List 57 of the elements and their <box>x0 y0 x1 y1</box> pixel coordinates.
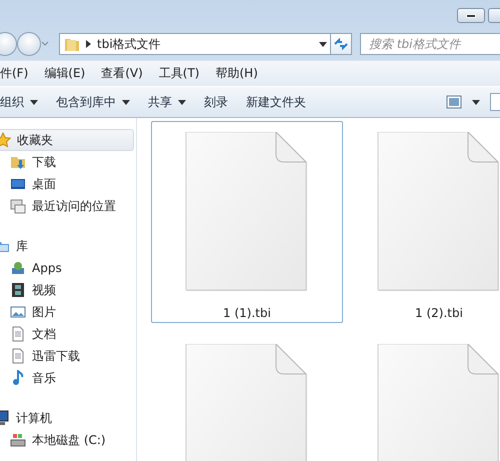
window-icon <box>10 198 26 214</box>
search-field[interactable]: 搜索 tbi格式文件 <box>360 33 500 55</box>
toolbar-button[interactable]: 组织 <box>0 90 47 114</box>
picture-icon <box>10 304 26 320</box>
toolbar-button[interactable]: 新建文件夹 <box>237 90 315 114</box>
refresh-icon <box>334 38 348 50</box>
forward-button[interactable] <box>17 32 41 56</box>
drive-icon <box>10 432 26 448</box>
menu-item[interactable]: 件(F) <box>0 65 36 82</box>
dropdown-arrow-icon <box>178 100 186 104</box>
chevron-icon[interactable] <box>86 40 91 48</box>
view-icon[interactable] <box>446 95 462 109</box>
monitor-icon <box>10 176 26 192</box>
toolbar-button[interactable]: 共享 <box>139 90 195 114</box>
sidebar-section[interactable]: 库 <box>0 235 134 257</box>
file-name: 1 (1).tbi <box>223 306 271 320</box>
file-name: 1 (2).tbi <box>415 306 463 320</box>
file-icon <box>184 344 310 461</box>
file-tile[interactable]: 1 (1).tbi <box>151 121 343 323</box>
sidebar-item[interactable]: 下载 <box>0 151 136 173</box>
file-icon <box>376 132 500 294</box>
sidebar-section[interactable]: 计算机 <box>0 407 134 429</box>
sidebar-item[interactable]: 音乐 <box>0 367 136 389</box>
dropdown-arrow-icon <box>122 100 130 104</box>
file-tile[interactable]: 1 (2).tbi <box>343 121 500 323</box>
toolbar-button[interactable]: 包含到库中 <box>47 90 139 114</box>
back-button[interactable] <box>0 32 17 56</box>
sidebar-item[interactable]: 视频 <box>0 279 136 301</box>
menu-item[interactable]: 工具(T) <box>150 65 208 82</box>
menu-item[interactable]: 编辑(E) <box>36 65 94 82</box>
sidebar-item[interactable]: 图片 <box>0 301 136 323</box>
file-icon <box>184 132 310 294</box>
document-icon <box>10 348 26 364</box>
sidebar-section[interactable]: 收藏夹 <box>0 129 134 151</box>
sidebar-item[interactable]: 文档 <box>0 323 136 345</box>
dropdown-arrow-icon[interactable] <box>472 100 480 104</box>
document-icon <box>10 326 26 342</box>
folder-icon <box>10 154 26 170</box>
sidebar-item[interactable]: Apps <box>0 257 136 279</box>
menu-item[interactable]: 帮助(H) <box>208 65 266 82</box>
menu-item[interactable]: 查看(V) <box>93 65 151 82</box>
sidebar-item[interactable]: 最近访问的位置 <box>0 195 136 217</box>
sidebar-item[interactable]: 迅雷下载 <box>0 345 136 367</box>
sidebar-item[interactable]: 桌面 <box>0 173 136 195</box>
toolbar-button[interactable]: 刻录 <box>195 90 237 114</box>
film-icon <box>10 282 26 298</box>
file-icon <box>376 344 500 461</box>
folder-icon <box>64 36 80 52</box>
address-field[interactable]: tbi格式文件 <box>59 33 331 55</box>
music-icon <box>10 370 26 386</box>
caret-icon[interactable] <box>41 41 49 47</box>
maximize-button[interactable] <box>488 8 500 23</box>
sidebar-item[interactable]: 本地磁盘 (C:) <box>0 429 136 451</box>
minimize-button[interactable] <box>457 8 485 23</box>
path-text: tbi格式文件 <box>97 36 162 52</box>
dropdown-arrow-icon <box>30 100 38 104</box>
refresh-button[interactable] <box>330 33 352 55</box>
